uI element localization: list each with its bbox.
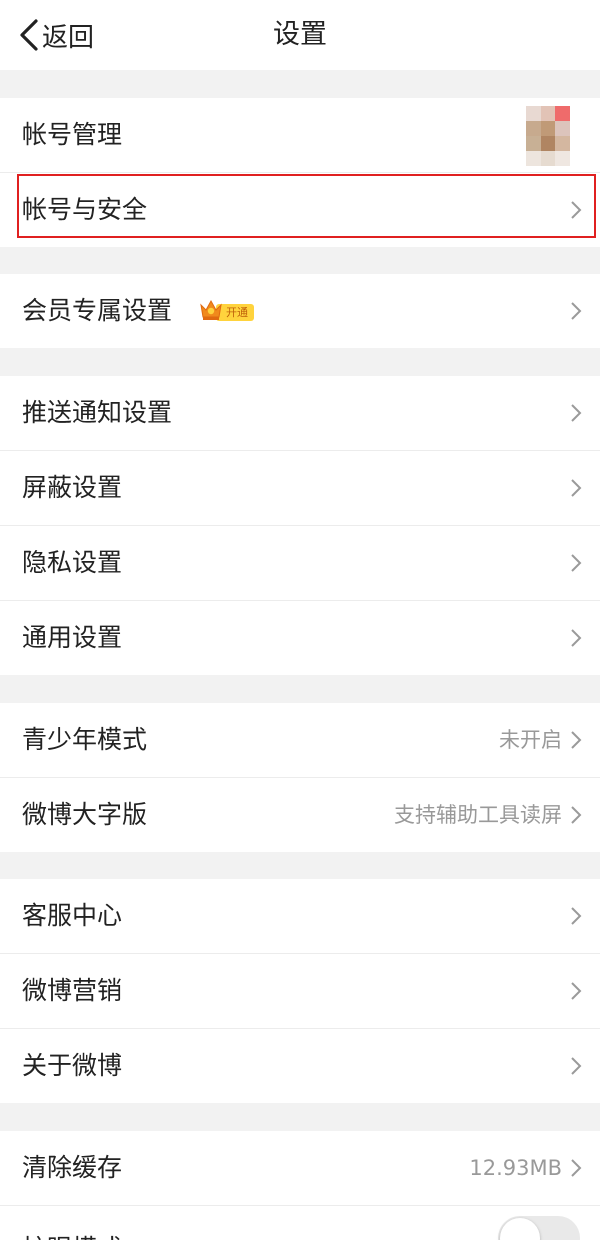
account-security-row[interactable]: 帐号与安全 (0, 173, 600, 247)
settings-page: 返回 设置 帐号管理 帐号与安全 会员专属设置 开通 推送通知设置 屏蔽设置 隐… (0, 0, 600, 1240)
chevron-right-icon (571, 302, 582, 320)
clear-cache-row[interactable]: 清除缓存 12.93MB (0, 1131, 600, 1205)
row-label: 青少年模式 (22, 725, 148, 754)
chevron-right-icon (571, 1159, 582, 1177)
chevron-right-icon (571, 1057, 582, 1075)
about-weibo-row[interactable]: 关于微博 (0, 1029, 600, 1103)
row-label: 护眼模式 (22, 1212, 122, 1240)
push-settings-row[interactable]: 推送通知设置 (0, 376, 600, 450)
chevron-right-icon (571, 806, 582, 824)
large-font-desc: 支持辅助工具读屏 (394, 803, 562, 827)
row-label: 隐私设置 (22, 548, 123, 577)
row-label: 会员专属设置 (22, 296, 173, 325)
chevron-right-icon (571, 907, 582, 925)
row-label: 通用设置 (22, 623, 123, 652)
youth-mode-status: 未开启 (499, 728, 562, 752)
youth-mode-row[interactable]: 青少年模式 未开启 (0, 703, 600, 777)
row-label: 帐号管理 (22, 120, 123, 149)
chevron-right-icon (571, 554, 582, 572)
row-label: 帐号与安全 (22, 195, 148, 224)
row-label: 微博大字版 (22, 800, 148, 829)
row-label: 客服中心 (22, 901, 123, 930)
row-label: 推送通知设置 (22, 398, 173, 427)
chevron-right-icon (571, 404, 582, 422)
page-title: 设置 (273, 19, 327, 50)
row-label: 关于微博 (22, 1051, 123, 1080)
weibo-marketing-row[interactable]: 微博营销 (0, 954, 600, 1028)
general-settings-row[interactable]: 通用设置 (0, 601, 600, 675)
chevron-right-icon (571, 629, 582, 647)
chevron-right-icon (571, 201, 582, 219)
large-font-row[interactable]: 微博大字版 支持辅助工具读屏 (0, 778, 600, 852)
cache-size: 12.93MB (469, 1156, 562, 1180)
chevron-right-icon (571, 982, 582, 1000)
block-settings-row[interactable]: 屏蔽设置 (0, 451, 600, 525)
eye-mode-toggle[interactable] (498, 1216, 580, 1240)
row-label: 清除缓存 (22, 1153, 123, 1182)
row-label: 屏蔽设置 (22, 473, 123, 502)
avatar[interactable] (526, 106, 570, 166)
crown-icon (200, 299, 222, 320)
member-settings-row[interactable]: 会员专属设置 开通 (0, 274, 600, 348)
member-badge[interactable]: 开通 (198, 299, 256, 321)
nav-bar: 返回 设置 (0, 0, 600, 70)
eye-mode-row[interactable]: 护眼模式 (0, 1206, 600, 1240)
customer-service-row[interactable]: 客服中心 (0, 879, 600, 953)
row-label: 微博营销 (22, 976, 123, 1005)
account-manage-row[interactable]: 帐号管理 (0, 98, 600, 172)
chevron-right-icon (571, 479, 582, 497)
privacy-settings-row[interactable]: 隐私设置 (0, 526, 600, 600)
toggle-knob[interactable] (500, 1218, 540, 1240)
chevron-right-icon (571, 731, 582, 749)
